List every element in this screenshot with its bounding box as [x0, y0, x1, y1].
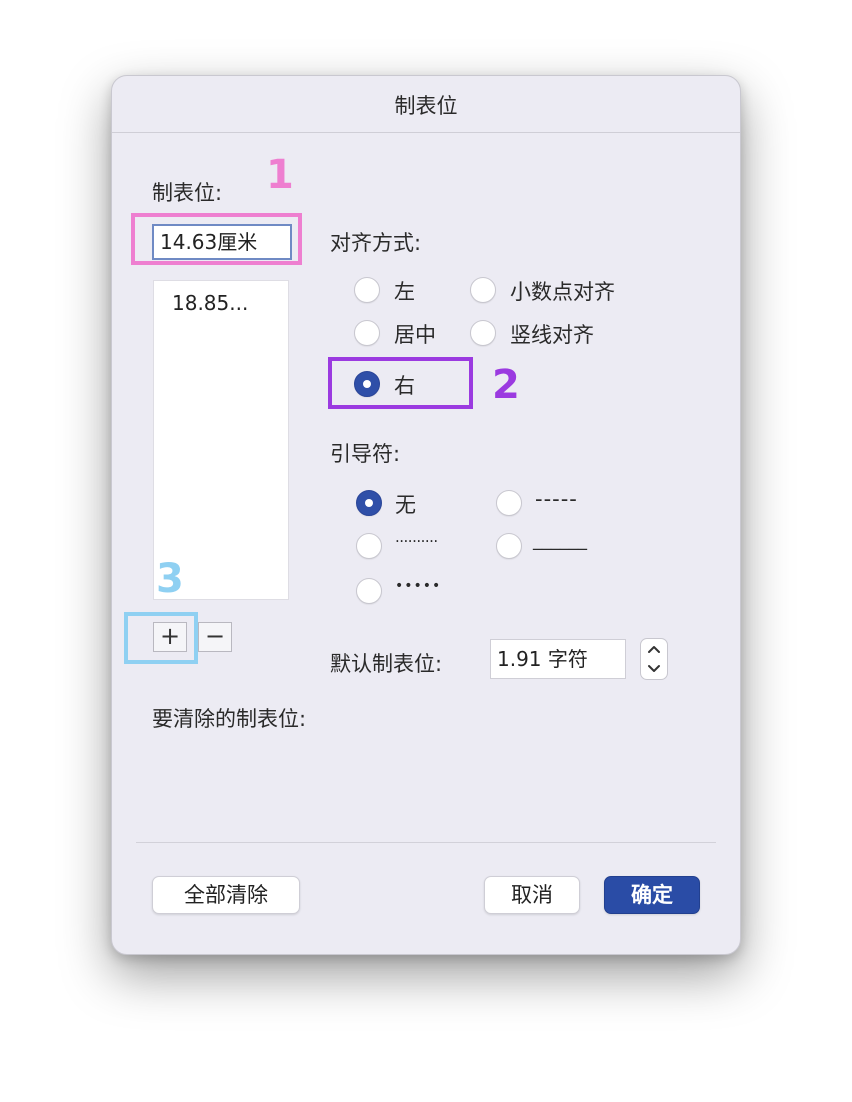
- leader-dot-label: ..........: [395, 528, 438, 546]
- align-left-radio[interactable]: [354, 277, 380, 303]
- divider: [136, 842, 716, 843]
- cancel-button[interactable]: 取消: [484, 876, 580, 914]
- tab-stops-dialog: 制表位 制表位: 14.63厘米 18.85... + − 对齐方式: 左 小数…: [111, 75, 741, 955]
- default-tab-label: 默认制表位:: [330, 652, 443, 676]
- ok-button[interactable]: 确定: [604, 876, 700, 914]
- leader-dash-radio[interactable]: [496, 490, 522, 516]
- align-decimal-label: 小数点对齐: [510, 280, 615, 304]
- clear-tabs-label: 要清除的制表位:: [152, 707, 307, 731]
- annotation-3-highlight: [124, 612, 198, 664]
- align-bar-label: 竖线对齐: [510, 323, 594, 347]
- default-tab-stepper[interactable]: [640, 638, 668, 680]
- clear-all-button[interactable]: 全部清除: [152, 876, 300, 914]
- leader-bullet-label: •••••: [395, 578, 442, 594]
- annotation-3-number: 3: [156, 556, 184, 602]
- leader-label: 引导符:: [330, 442, 401, 466]
- stepper-up-icon[interactable]: [641, 639, 667, 659]
- stepper-down-icon[interactable]: [641, 659, 667, 679]
- align-center-radio[interactable]: [354, 320, 380, 346]
- default-tab-input[interactable]: 1.91 字符: [490, 639, 626, 679]
- leader-none-label: 无: [395, 493, 416, 517]
- leader-none-radio[interactable]: [356, 490, 382, 516]
- annotation-2-highlight: [328, 357, 473, 409]
- align-left-label: 左: [394, 280, 415, 304]
- annotation-1-number: 1: [266, 152, 294, 198]
- tab-stop-list[interactable]: 18.85...: [153, 280, 289, 600]
- leader-underline-radio[interactable]: [496, 533, 522, 559]
- leader-underline-label: ______: [533, 530, 587, 551]
- alignment-label: 对齐方式:: [330, 231, 422, 255]
- align-center-label: 居中: [394, 323, 436, 347]
- leader-bullet-radio[interactable]: [356, 578, 382, 604]
- dialog-title: 制表位: [394, 94, 458, 118]
- leader-dot-radio[interactable]: [356, 533, 382, 559]
- list-item[interactable]: 18.85...: [172, 291, 248, 315]
- dialog-titlebar: 制表位: [112, 76, 740, 133]
- tab-stop-label: 制表位:: [152, 181, 223, 205]
- leader-dash-label: -----: [535, 487, 578, 511]
- remove-tab-stop-button[interactable]: −: [198, 622, 232, 652]
- annotation-1-highlight: [131, 213, 302, 265]
- annotation-2-number: 2: [492, 362, 520, 408]
- align-bar-radio[interactable]: [470, 320, 496, 346]
- align-decimal-radio[interactable]: [470, 277, 496, 303]
